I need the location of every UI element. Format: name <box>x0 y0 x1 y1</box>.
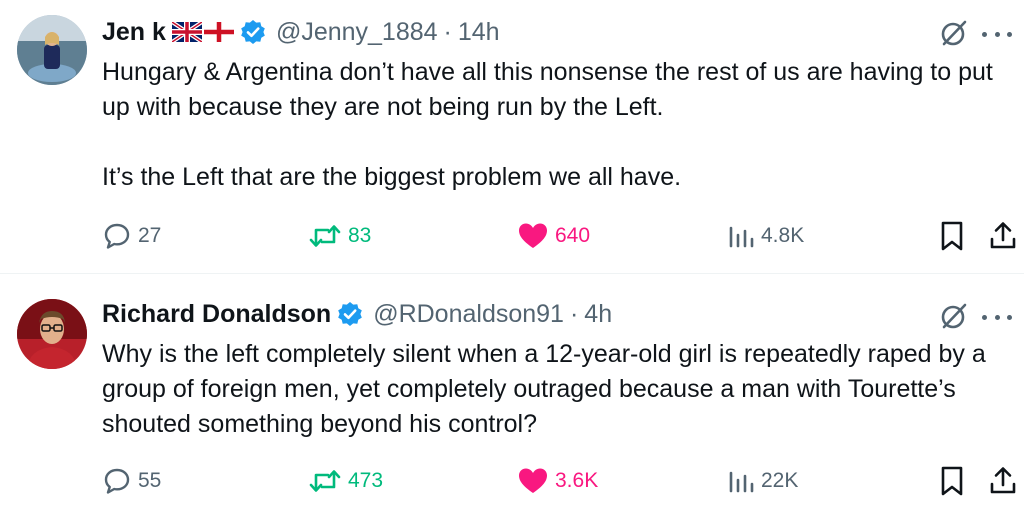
views-button[interactable]: 22K <box>727 464 798 498</box>
share-icon <box>990 222 1016 249</box>
repost-count: 473 <box>348 469 384 492</box>
verified-badge-icon[interactable] <box>337 301 363 327</box>
like-button[interactable]: 640 <box>517 219 590 253</box>
tweet-header: Jen k @Jenny_1884 · 14h <box>102 15 500 49</box>
tweet-text: Hungary & Argentina don’t have all this … <box>102 55 1007 195</box>
tweet-2[interactable]: Richard Donaldson @RDonaldson91 · 4h Why… <box>0 275 1024 513</box>
heart-icon <box>519 223 547 248</box>
repost-button[interactable]: 83 <box>308 219 371 253</box>
author-handle[interactable]: @Jenny_1884 <box>276 18 438 47</box>
tweet-paragraph: It’s the Left that are the biggest probl… <box>102 163 682 191</box>
share-button[interactable] <box>988 464 1018 498</box>
views-icon <box>729 226 754 248</box>
heart-icon <box>519 468 547 493</box>
like-count: 3.6K <box>555 469 599 492</box>
repost-icon <box>309 470 341 492</box>
bookmark-icon <box>941 466 963 496</box>
avatar[interactable] <box>17 15 87 85</box>
repost-count: 83 <box>348 224 372 247</box>
grok-icon[interactable] <box>939 18 969 48</box>
avatar[interactable] <box>17 299 87 369</box>
views-count: 4.8K <box>761 224 805 247</box>
tweet-1[interactable]: Jen k @Jenny_1884 · 14h Hungary & Argent… <box>0 0 1024 274</box>
tweet-paragraph: Why is the left completely silent when a… <box>102 340 986 438</box>
bookmark-button[interactable] <box>938 219 966 253</box>
more-options-icon[interactable] <box>982 24 1012 44</box>
views-button[interactable]: 4.8K <box>727 219 804 253</box>
separator-dot: · <box>569 299 579 328</box>
views-icon <box>729 471 754 493</box>
grok-icon[interactable] <box>939 301 969 331</box>
tweet-paragraph: Hungary & Argentina don’t have all this … <box>102 58 993 121</box>
action-bar: 55 473 3.6K 22K <box>102 464 1024 498</box>
action-bar: 27 83 640 4.8K <box>102 219 1024 253</box>
share-button[interactable] <box>988 219 1018 253</box>
separator-dot: · <box>443 17 452 46</box>
reply-button[interactable]: 27 <box>102 219 161 253</box>
uk-flag-icon <box>171 22 202 42</box>
divider <box>0 273 1024 274</box>
reply-count: 55 <box>138 469 162 492</box>
like-button[interactable]: 3.6K <box>517 464 598 498</box>
reply-button[interactable]: 55 <box>102 464 161 498</box>
reply-count: 27 <box>138 224 162 247</box>
england-flag-icon <box>203 22 234 42</box>
like-count: 640 <box>555 224 591 247</box>
flags <box>171 22 234 42</box>
tweet-text: Why is the left completely silent when a… <box>102 337 1007 442</box>
tweet-header: Richard Donaldson @RDonaldson91 · 4h <box>102 297 612 331</box>
views-count: 22K <box>761 469 799 492</box>
share-icon <box>990 467 1016 494</box>
repost-icon <box>309 225 341 247</box>
verified-badge-icon[interactable] <box>240 19 266 45</box>
author-name[interactable]: Richard Donaldson <box>102 300 331 329</box>
more-options-icon[interactable] <box>982 307 1012 327</box>
author-name[interactable]: Jen k <box>102 18 166 47</box>
bookmark-button[interactable] <box>938 464 966 498</box>
reply-icon <box>104 223 130 249</box>
reply-icon <box>104 468 130 494</box>
bookmark-icon <box>941 221 963 251</box>
repost-button[interactable]: 473 <box>308 464 383 498</box>
timestamp[interactable]: 14h <box>458 18 500 47</box>
timestamp[interactable]: 4h <box>584 300 612 329</box>
author-handle[interactable]: @RDonaldson91 <box>373 300 564 329</box>
